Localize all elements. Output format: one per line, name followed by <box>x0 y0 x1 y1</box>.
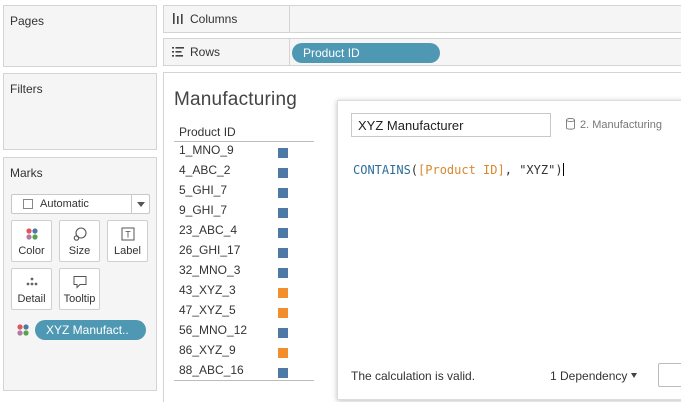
data-source-label: 2. Manufacturing <box>566 118 662 131</box>
apply-button[interactable] <box>658 363 681 387</box>
formula-editor[interactable]: CONTAINS([Product ID], "XYZ") <box>353 163 564 177</box>
dropdown-arrow-icon <box>631 373 638 378</box>
formula-field: [Product ID] <box>418 163 505 177</box>
product-row[interactable]: 26_GHI_17 <box>179 243 299 263</box>
mark-type-label: Automatic <box>40 198 89 210</box>
product-id-label: 86_XYZ_9 <box>179 343 236 357</box>
marks-panel[interactable]: Marks Automatic Color Size T Label Detai… <box>3 157 157 391</box>
product-row[interactable]: 56_MNO_12 <box>179 323 299 343</box>
formula-function: CONTAINS <box>353 163 411 177</box>
rows-shelf[interactable]: Rows Product ID <box>163 38 681 66</box>
color-mark[interactable] <box>278 368 288 378</box>
product-row[interactable]: 9_GHI_7 <box>179 203 299 223</box>
tooltip-label: Tooltip <box>63 293 96 305</box>
tooltip-icon <box>73 276 87 289</box>
formula-open-paren: ( <box>410 163 419 177</box>
size-button[interactable]: Size <box>59 220 100 262</box>
product-id-label: 26_GHI_17 <box>179 243 241 257</box>
pages-title: Pages <box>10 14 45 28</box>
product-row[interactable]: 23_ABC_4 <box>179 223 299 243</box>
detail-icon <box>26 277 38 286</box>
pages-panel[interactable]: Pages <box>3 5 157 67</box>
columns-shelf[interactable]: Columns <box>163 5 681 33</box>
product-row[interactable]: 86_XYZ_9 <box>179 343 299 363</box>
formula-string: "XYZ" <box>519 163 556 177</box>
color-label: Color <box>18 245 45 257</box>
product-id-label: 43_XYZ_3 <box>179 283 236 297</box>
color-button[interactable]: Color <box>11 220 52 262</box>
product-row[interactable]: 4_ABC_2 <box>179 163 299 183</box>
product-id-header[interactable]: Product ID <box>179 125 236 139</box>
size-icon <box>73 227 87 241</box>
product-id-label: 4_ABC_2 <box>179 163 231 177</box>
label-button[interactable]: T Label <box>107 220 148 262</box>
filters-panel[interactable]: Filters <box>3 73 157 150</box>
detail-label: Detail <box>17 293 46 305</box>
rows-icon <box>172 47 184 57</box>
product-id-label: 9_GHI_7 <box>179 203 228 217</box>
product-row[interactable]: 5_GHI_7 <box>179 183 299 203</box>
color-mark[interactable] <box>278 348 288 358</box>
filters-title: Filters <box>10 82 43 96</box>
mark-type-icon <box>23 199 33 209</box>
text-cursor <box>562 163 564 176</box>
rows-label: Rows <box>190 45 221 59</box>
product-row[interactable]: 47_XYZ_5 <box>179 303 299 323</box>
label-label: Label <box>114 245 141 257</box>
color-mark[interactable] <box>278 188 288 198</box>
columns-shelf-label: Columns <box>172 12 290 26</box>
data-source-name: 2. Manufacturing <box>580 119 662 131</box>
validation-status: The calculation is valid. <box>351 369 476 383</box>
chevron-down-icon[interactable] <box>131 195 149 213</box>
detail-button[interactable]: Detail <box>11 268 52 310</box>
color-field-icon <box>17 324 29 336</box>
color-mark[interactable] <box>278 208 288 218</box>
product-row[interactable]: 1_MNO_9 <box>179 143 299 163</box>
calculation-dialog: 2. Manufacturing CONTAINS([Product ID], … <box>337 100 681 400</box>
mark-type-dropdown[interactable]: Automatic <box>11 194 150 214</box>
color-field-pill[interactable]: XYZ Manufact.. <box>35 320 146 340</box>
calculation-name-input[interactable] <box>351 113 551 137</box>
color-mark[interactable] <box>278 168 288 178</box>
product-id-label: 1_MNO_9 <box>179 143 234 157</box>
label-icon: T <box>121 227 135 241</box>
formula-close-paren: ) <box>555 163 563 177</box>
dependency-dropdown[interactable]: 1 Dependency <box>550 369 638 383</box>
database-icon <box>566 118 575 130</box>
columns-icon <box>173 13 183 24</box>
color-mark[interactable] <box>278 308 288 318</box>
color-icon <box>26 228 38 240</box>
product-row[interactable]: 32_MNO_3 <box>179 263 299 283</box>
tooltip-button[interactable]: Tooltip <box>59 268 100 310</box>
product-id-label: 56_MNO_12 <box>179 323 248 337</box>
color-mark[interactable] <box>278 248 288 258</box>
product-id-label: 5_GHI_7 <box>179 183 228 197</box>
view-title: Manufacturing <box>174 89 298 110</box>
color-mark[interactable] <box>278 228 288 238</box>
marks-title: Marks <box>10 166 43 180</box>
formula-separator: , <box>504 163 520 177</box>
product-id-label: 32_MNO_3 <box>179 263 241 277</box>
color-mark[interactable] <box>278 268 288 278</box>
rows-shelf-label: Rows <box>172 45 290 59</box>
size-label: Size <box>68 245 91 257</box>
product-row[interactable]: 43_XYZ_3 <box>179 283 299 303</box>
svg-text:T: T <box>125 230 131 240</box>
columns-label: Columns <box>190 12 238 26</box>
color-mark[interactable] <box>278 328 288 338</box>
color-mark[interactable] <box>278 288 288 298</box>
product-id-pill[interactable]: Product ID <box>292 43 440 63</box>
color-mark[interactable] <box>278 148 288 158</box>
product-id-label: 88_ABC_16 <box>179 363 244 377</box>
product-id-label: 23_ABC_4 <box>179 223 238 237</box>
product-id-label: 47_XYZ_5 <box>179 303 236 317</box>
dependency-label: 1 Dependency <box>550 369 628 383</box>
